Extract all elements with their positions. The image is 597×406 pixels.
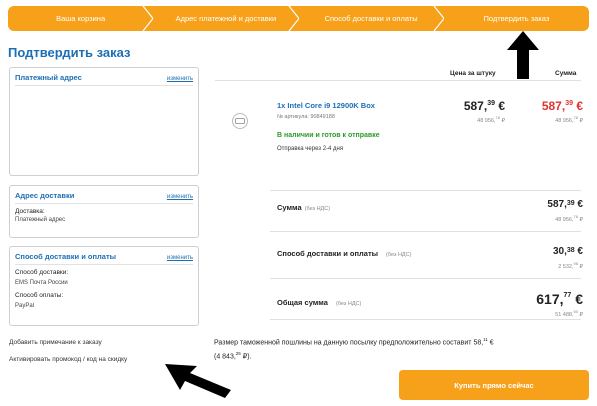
stock-status: В наличии и готов к отправке <box>277 132 380 139</box>
unit-price-rub: 48 956,78 ₽ <box>477 115 505 124</box>
product-thumbnail[interactable] <box>232 113 248 129</box>
price-integer: 587, <box>463 99 488 113</box>
delivery-address-panel: Адрес доставки изменить Доставка: Платеж… <box>9 185 199 238</box>
rub-currency: ₽ <box>499 117 505 124</box>
grand-total-rub: 51 488,50 ₽ <box>555 309 583 318</box>
subtotal-value: 587,39 € <box>547 199 583 210</box>
step-confirm[interactable]: Подтвердить заказ <box>443 6 589 31</box>
payment-method-value: PayPal <box>15 303 35 309</box>
price-integer: 587, <box>541 99 566 113</box>
grand-total-label: Общая сумма (без НДС) <box>277 298 361 307</box>
divider <box>215 80 581 81</box>
vat-note: (без НДС) <box>304 206 331 212</box>
step-label: Подтвердить заказ <box>483 14 550 23</box>
edit-delivery-link[interactable]: изменить <box>167 194 193 200</box>
promo-code-link[interactable]: Активировать промокод / код на скидку <box>9 356 127 363</box>
grand-total-value: 617,77 € <box>536 291 583 307</box>
divider <box>15 85 193 86</box>
cpu-icon <box>235 118 245 124</box>
arrow-up-icon <box>507 31 539 79</box>
step-cart[interactable]: Ваша корзина <box>8 6 155 31</box>
price-integer: 30, <box>552 246 567 257</box>
price-currency: € <box>571 291 583 307</box>
price-decimal: 39 <box>565 100 573 107</box>
label-text: Сумма <box>277 203 302 212</box>
step-shipping-payment[interactable]: Способ доставки и оплаты <box>298 6 445 31</box>
step-separator-icon <box>433 6 445 31</box>
panel-title: Адрес доставки <box>15 191 75 200</box>
customs-rub-currency: ₽). <box>240 353 252 361</box>
delivery-value: Платежный адрес <box>15 217 66 223</box>
price-decimal: 39 <box>487 100 495 107</box>
add-order-note-link[interactable]: Добавить примечание к заказу <box>9 339 102 346</box>
divider <box>270 231 581 232</box>
panel-title: Платежный адрес <box>15 73 82 82</box>
arrow-left-icon <box>165 364 231 398</box>
vat-note: (без НДС) <box>386 252 412 258</box>
price-decimal: 77 <box>563 292 572 299</box>
edit-shipping-link[interactable]: изменить <box>167 255 193 261</box>
price-currency: € <box>572 99 583 113</box>
price-currency: € <box>574 246 583 257</box>
customs-note: Размер таможенной пошлины на данную посы… <box>214 334 584 363</box>
price-currency: € <box>574 199 583 210</box>
price-decimal: 39 <box>566 200 575 207</box>
subtotal-label: Сумма (без НДС) <box>277 203 330 212</box>
unit-price: 587,39 € <box>464 99 505 113</box>
step-label: Адрес платежной и доставки <box>175 14 277 23</box>
shipping-cost-label: Способ доставки и оплаты (без НДС) <box>277 249 411 258</box>
buy-now-button[interactable]: Купить прямо сейчас <box>399 370 589 400</box>
rub-integer: 48 956, <box>555 216 574 223</box>
divider <box>270 319 581 320</box>
billing-address-panel: Платежный адрес изменить <box>9 67 199 176</box>
label-text: Общая сумма <box>277 298 328 307</box>
rub-integer: 48 956, <box>555 117 574 124</box>
ship-time: Отправка через 2-4 дня <box>277 146 344 152</box>
divider <box>270 278 581 279</box>
divider <box>270 190 581 191</box>
rub-integer: 51 488, <box>555 311 574 318</box>
product-sku: № артикула: 90849188 <box>277 114 335 120</box>
price-decimal: 38 <box>566 247 575 254</box>
price-integer: 587, <box>547 199 567 210</box>
payment-method-label: Способ оплаты: <box>15 292 64 299</box>
rub-currency: ₽ <box>577 216 583 223</box>
line-total-rub: 48 956,78 ₽ <box>555 115 583 124</box>
shipping-method-value: EMS Почта России <box>15 280 68 286</box>
subtotal-rub: 48 956,78 ₽ <box>555 214 583 223</box>
customs-text: Размер таможенной пошлины на данную посы… <box>214 339 484 347</box>
panel-title: Способ доставки и оплаты <box>15 252 117 261</box>
delivery-label: Доставка: <box>15 208 45 215</box>
rub-currency: ₽ <box>577 263 583 270</box>
checkout-progress: Ваша корзина Адрес платежной и доставки … <box>8 6 589 31</box>
customs-currency: € <box>487 339 494 347</box>
label-text: Способ доставки и оплаты <box>277 249 379 258</box>
line-total: 587,39 € <box>542 99 583 113</box>
shipping-method-label: Способ доставки: <box>15 269 69 276</box>
edit-billing-link[interactable]: изменить <box>167 76 193 82</box>
step-address[interactable]: Адрес платежной и доставки <box>153 6 300 31</box>
price-integer: 617, <box>536 291 564 307</box>
vat-note: (без НДС) <box>335 301 362 307</box>
rub-integer: 48 956, <box>477 117 496 124</box>
product-name[interactable]: 1x Intel Core i9 12900K Box <box>277 101 375 110</box>
rub-currency: ₽ <box>577 117 583 124</box>
shipping-payment-panel: Способ доставки и оплаты изменить Способ… <box>9 246 199 326</box>
step-label: Способ доставки и оплаты <box>324 14 418 23</box>
shipping-cost-value: 30,38 € <box>553 246 583 257</box>
page-title: Подтвердить заказ <box>8 45 131 60</box>
unit-price-header: Цена за штуку <box>450 70 496 77</box>
rub-currency: ₽ <box>577 311 583 318</box>
total-header: Сумма <box>555 70 577 77</box>
step-label: Ваша корзина <box>56 14 106 23</box>
price-currency: € <box>494 99 505 113</box>
shipping-cost-rub: 2 532,98 ₽ <box>558 261 583 270</box>
rub-integer: 2 532, <box>558 263 574 270</box>
